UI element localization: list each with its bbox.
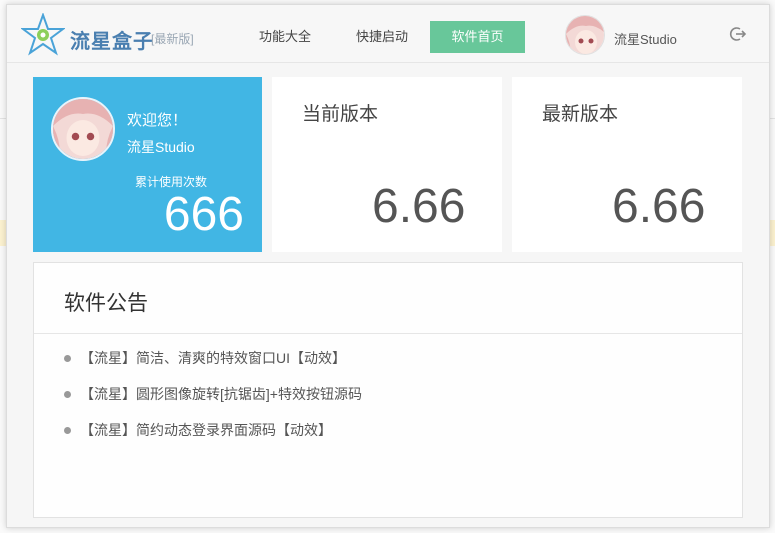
- latest-version-value: 6.66: [612, 180, 706, 233]
- announcement-item[interactable]: 【流星】简洁、清爽的特效窗口UI【动效】: [64, 347, 362, 383]
- nav-home[interactable]: 软件首页: [430, 21, 525, 53]
- app-brand: 流星盒子: [70, 31, 154, 53]
- username: 流星Studio: [127, 139, 195, 155]
- usage-count: 666: [163, 188, 244, 241]
- logout-icon[interactable]: [729, 25, 747, 43]
- anime-avatar-icon: [566, 16, 604, 54]
- header-avatar[interactable]: [565, 15, 605, 55]
- announcement-list: 【流星】简洁、清爽的特效窗口UI【动效】 【流星】圆形图像旋转[抗锯齿]+特效按…: [64, 347, 362, 455]
- announcement-divider: [34, 333, 742, 334]
- announcement-panel: 软件公告 【流星】简洁、清爽的特效窗口UI【动效】 【流星】圆形图像旋转[抗锯齿…: [33, 262, 743, 518]
- welcome-text: 欢迎您！: [127, 112, 188, 129]
- star-logo-icon: [21, 13, 65, 56]
- latest-version-label: 最新版本: [542, 104, 619, 125]
- user-avatar: [51, 97, 115, 161]
- nav-quick-launch[interactable]: 快捷启动: [342, 21, 422, 53]
- current-version-card: 当前版本 6.66: [272, 77, 502, 252]
- nav-features[interactable]: 功能大全: [245, 21, 325, 53]
- announcement-item[interactable]: 【流星】简约动态登录界面源码【动效】: [64, 419, 362, 455]
- title-bar: 流星盒子 [最新版] 功能大全 快捷启动 软件首页 流星Studio: [7, 5, 769, 63]
- user-card: 欢迎您！ 流星Studio 累计使用次数 666: [33, 77, 262, 252]
- anime-avatar-icon: [53, 99, 113, 159]
- announcement-title: 软件公告: [64, 292, 148, 315]
- latest-version-card: 最新版本 6.66: [512, 77, 742, 252]
- header-username: 流星Studio: [614, 32, 677, 47]
- version-tag: [最新版]: [151, 32, 194, 46]
- announcement-item[interactable]: 【流星】圆形图像旋转[抗锯齿]+特效按钮源码: [64, 383, 362, 419]
- current-version-value: 6.66: [372, 180, 466, 233]
- current-version-label: 当前版本: [302, 104, 379, 125]
- app-window: 流星盒子 [最新版] 功能大全 快捷启动 软件首页 流星Studio 欢迎您！ …: [6, 4, 770, 528]
